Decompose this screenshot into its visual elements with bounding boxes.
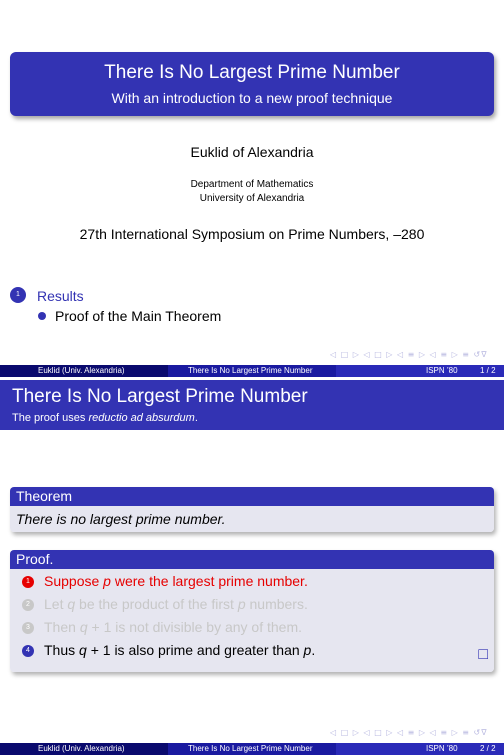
step-number-icon: 3 [22, 622, 34, 635]
toc-section-label: Results [37, 288, 84, 304]
proof-step-1: 1 Suppose p were the largest prime number… [22, 573, 308, 589]
footer-conference: ISPN ’80 [426, 744, 458, 753]
footer-page-number: 1 / 2 [480, 366, 496, 375]
proof-step-text: q [79, 642, 87, 658]
proof-step-3: 3 Then q + 1 is not divisible by any of t… [22, 619, 302, 635]
frame-title: There Is No Largest Prime Number [12, 386, 308, 407]
theorem-body: There is no largest prime number. [10, 506, 494, 532]
step-number-icon: 1 [22, 576, 34, 589]
presentation-title: There Is No Largest Prime Number [104, 62, 400, 83]
date-line: 27th International Symposium on Prime Nu… [79, 226, 425, 242]
author: Euklid of Alexandria [190, 144, 314, 160]
proof-step-text: p [103, 573, 111, 589]
navigation-symbols-2[interactable]: ◁ □ ▷ ◁ □ ▷ ◁ ≡ ▷ ◁ ≡ ▷ ≡ ↺∇ [330, 728, 488, 737]
section-number-icon: 1 [10, 287, 26, 303]
step-number-icon: 2 [22, 599, 34, 612]
proof-step-text: numbers. [245, 596, 308, 612]
proof-step-text: q [79, 619, 88, 635]
proof-step-text: + 1 is not divisible by any of them. [87, 619, 302, 635]
step-number-icon: 4 [22, 645, 34, 658]
footer-author: Euklid (Univ. Alexandria) [38, 744, 125, 753]
proof-step-text: Thus [44, 642, 80, 658]
subsection-bullet-icon [38, 312, 46, 320]
footer-page-number: 2 / 2 [480, 744, 496, 753]
footer-title: There Is No Largest Prime Number [188, 366, 313, 375]
footer-author: Euklid (Univ. Alexandria) [38, 366, 125, 375]
theorem-block: Theorem There is no largest prime number… [10, 487, 494, 532]
qed-symbol: □ [478, 646, 488, 663]
title-box: There Is No Largest Prime Number With an… [10, 52, 494, 116]
navigation-symbols[interactable]: ◁ □ ▷ ◁ □ ▷ ◁ ≡ ▷ ◁ ≡ ▷ ≡ ↺∇ [330, 350, 488, 359]
proof-step-text: Let [44, 596, 68, 612]
institute-university: University of Alexandria [199, 193, 305, 204]
institute-department: Department of Mathematics [190, 179, 314, 190]
proof-step-text: q [67, 596, 76, 612]
proof-step-text: p [237, 596, 246, 612]
toc-section[interactable]: 1 Results [10, 287, 310, 307]
proof-step-4: 4 Thus q + 1 is also prime and greater th… [22, 642, 315, 658]
proof-step-text: be the product of the first [75, 596, 238, 612]
proof-heading: Proof. [10, 550, 494, 569]
theorem-heading: Theorem [10, 487, 494, 506]
proof-step-text: + 1 is also prime and greater than [86, 642, 304, 658]
proof-step-text: . [311, 642, 316, 658]
proof-block: Proof. 1 Suppose p were the largest prime… [10, 550, 494, 672]
toc-subsection[interactable]: Proof of the Main Theorem [38, 307, 338, 327]
proof-step-text: were the largest prime number. [110, 573, 308, 589]
presentation-subtitle: With an introduction to a new proof tech… [111, 90, 393, 106]
proof-step-text: Then [44, 619, 80, 635]
frame-title-bar: There Is No Largest Prime Number The pro… [0, 380, 504, 430]
proof-body: 1 Suppose p were the largest prime number… [10, 569, 494, 672]
toc-subsection-label: Proof of the Main Theorem [55, 308, 222, 324]
footer-title: There Is No Largest Prime Number [188, 744, 313, 753]
frame-subtitle: The proof uses reductio ad absurdum. [12, 412, 198, 424]
footer-slide1: Euklid (Univ. Alexandria) There Is No La… [0, 365, 504, 377]
footer-conference: ISPN ’80 [426, 366, 458, 375]
footer-slide2: Euklid (Univ. Alexandria) There Is No La… [0, 743, 504, 755]
proof-step-text: Suppose [44, 573, 104, 589]
proof-step-2: 2 Let q be the product of the first p num… [22, 596, 308, 612]
